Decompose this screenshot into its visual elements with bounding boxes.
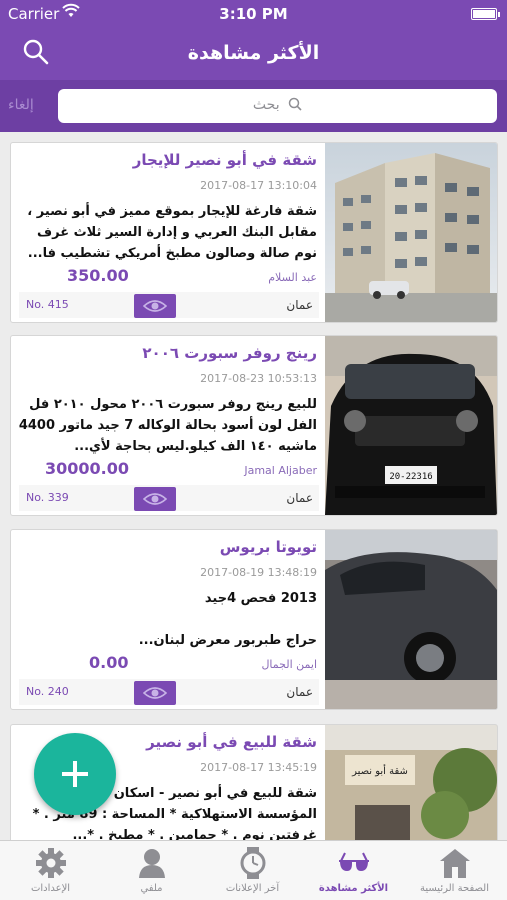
- gear-icon: [34, 847, 68, 879]
- listing-author: Jamal Aljaber: [244, 464, 317, 477]
- eye-icon: [143, 493, 167, 505]
- tab-label: آخر الإعلانات: [225, 883, 280, 894]
- listing-city: عمان: [286, 298, 313, 312]
- listing-city: عمان: [286, 491, 313, 505]
- status-bar: Carrier 3:10 PM: [0, 0, 507, 28]
- tab-label: الصفحة الرئيسية: [420, 883, 489, 894]
- tab-label: الإعدادات: [30, 883, 71, 894]
- search-bar: إلغاء بحث: [0, 80, 507, 132]
- listing-date: 2017-08-17 13:10:04: [200, 179, 317, 192]
- plus-icon: [62, 761, 88, 787]
- listing-price: 350.00: [67, 266, 129, 285]
- view-count-button[interactable]: [134, 294, 176, 318]
- cancel-button[interactable]: إلغاء: [8, 97, 34, 113]
- add-listing-button[interactable]: [34, 733, 116, 815]
- listing-footer: No. 415 عمان: [19, 292, 319, 318]
- listing-date: 2017-08-19 13:48:19: [200, 566, 317, 579]
- clock: 3:10 PM: [219, 5, 288, 23]
- listing-photo-building[interactable]: شقة أبو نصير: [325, 725, 497, 840]
- tab-label: الأكثر مشاهدة: [318, 883, 389, 894]
- listing-number: No. 339: [26, 491, 69, 504]
- listing-title[interactable]: شقة في أبو نصير للإيجار: [133, 151, 317, 169]
- tab-label: ملفي: [140, 883, 163, 894]
- listing-card[interactable]: شقة في أبو نصير للإيجار 2017-08-17 13:10…: [10, 142, 498, 323]
- eye-icon: [143, 687, 167, 699]
- tab-profile[interactable]: ملفي: [101, 841, 202, 900]
- search-placeholder: بحث: [252, 97, 280, 113]
- listing-title[interactable]: تويوتا بريوس: [220, 538, 317, 556]
- listing-description: 2013 فحص 4جيد حراج طبربور معرض لبنان...: [138, 591, 317, 648]
- listing-photo-building[interactable]: [325, 143, 497, 322]
- tab-bar: الإعدادات ملفي آخر الإعلانات الأكثر مشاه…: [0, 840, 507, 900]
- view-count-button[interactable]: [134, 681, 176, 705]
- watch-icon: [236, 847, 270, 879]
- listing-footer: No. 339 عمان: [19, 485, 319, 511]
- listing-card[interactable]: تويوتا بريوس 2017-08-19 13:48:19 2013 فح…: [10, 529, 498, 710]
- svg-text:شقة أبو نصير: شقة أبو نصير: [351, 764, 408, 777]
- magnifier-icon: [288, 97, 302, 111]
- listing-number: No. 415: [26, 298, 69, 311]
- listing-price: 0.00: [89, 653, 129, 672]
- listing-title[interactable]: رينج روفر سبورت ٢٠٠٦: [142, 344, 317, 362]
- search-input[interactable]: بحث: [58, 89, 497, 123]
- home-icon: [438, 847, 472, 879]
- listing-description: للبيع رينج روفر سبورت ٢٠٠٦ محول ٢٠١٠ فل …: [18, 397, 317, 454]
- listing-number: No. 240: [26, 685, 69, 698]
- listing-photo-car[interactable]: [325, 530, 497, 709]
- listing-description: شقة فارغة للإيجار بموقع مميز في أبو نصير…: [27, 204, 317, 261]
- battery-icon: [471, 8, 500, 20]
- listing-author: ايمن الجمال: [261, 658, 317, 671]
- listing-photo-car[interactable]: 20-22316: [325, 336, 497, 515]
- tab-most-viewed[interactable]: الأكثر مشاهدة: [303, 841, 404, 900]
- listing-city: عمان: [286, 685, 313, 699]
- listing-date: 2017-08-23 10:53:13: [200, 372, 317, 385]
- tab-settings[interactable]: الإعدادات: [0, 841, 101, 900]
- listing-title[interactable]: شقة للبيع في أبو نصير: [146, 733, 317, 751]
- eye-icon: [143, 300, 167, 312]
- listing-footer: No. 240 عمان: [19, 679, 319, 705]
- view-count-button[interactable]: [134, 487, 176, 511]
- svg-text:20-22316: 20-22316: [389, 472, 432, 482]
- page-title: الأكثر مشاهدة: [187, 42, 320, 64]
- glasses-icon: [337, 847, 371, 879]
- listing-author: عبد السلام: [268, 271, 317, 284]
- listing-price: 30000.00: [45, 459, 130, 478]
- person-icon: [135, 847, 169, 879]
- navigation-bar: الأكثر مشاهدة: [0, 28, 507, 80]
- listing-date: 2017-08-17 13:45:19: [200, 761, 317, 774]
- tab-latest[interactable]: آخر الإعلانات: [202, 841, 303, 900]
- listing-card[interactable]: 20-22316 رينج روفر سبورت ٢٠٠٦ 2017-08-23…: [10, 335, 498, 516]
- tab-home[interactable]: الصفحة الرئيسية: [404, 841, 505, 900]
